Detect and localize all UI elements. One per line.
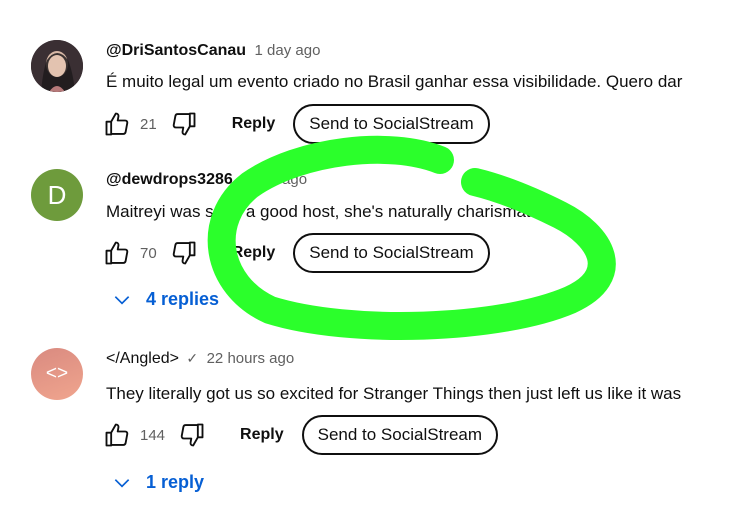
chevron-down-icon bbox=[114, 478, 130, 488]
comment-time[interactable]: 1 day ago bbox=[241, 171, 307, 188]
comment-time[interactable]: 22 hours ago bbox=[207, 350, 295, 367]
dislike-button[interactable] bbox=[178, 421, 206, 449]
profile-photo-icon bbox=[31, 40, 83, 92]
comment-author[interactable]: @dewdrops3286 bbox=[106, 171, 233, 188]
reply-button[interactable]: Reply bbox=[232, 115, 276, 133]
send-to-socialstream-button[interactable]: Send to SocialStream bbox=[293, 104, 490, 144]
comment-text: Maitreyi was such a good host, she's nat… bbox=[106, 202, 543, 221]
comment-text: É muito legal um evento criado no Brasil… bbox=[106, 72, 683, 91]
like-button[interactable] bbox=[103, 421, 131, 449]
thumbs-down-icon bbox=[180, 423, 204, 447]
comment-time[interactable]: 1 day ago bbox=[255, 42, 321, 59]
comment-meta: @DriSantosCanau 1 day ago bbox=[106, 42, 320, 60]
view-replies-button[interactable]: 1 reply bbox=[112, 472, 204, 493]
thumbs-up-icon bbox=[105, 241, 129, 265]
like-button[interactable] bbox=[103, 239, 131, 267]
previous-replies-edge bbox=[150, 0, 210, 2]
view-replies-button[interactable]: 4 replies bbox=[112, 289, 219, 310]
like-count: 144 bbox=[140, 426, 166, 444]
check-icon: ✓ bbox=[186, 350, 199, 366]
comment-text: They literally got us so excited for Str… bbox=[106, 384, 682, 403]
like-count: 21 bbox=[140, 115, 157, 133]
avatar[interactable]: <> bbox=[31, 348, 83, 400]
reply-button[interactable]: Reply bbox=[240, 426, 284, 444]
send-to-socialstream-button[interactable]: Send to SocialStream bbox=[293, 233, 490, 273]
dislike-button[interactable] bbox=[170, 110, 198, 138]
send-to-socialstream-button[interactable]: Send to SocialStream bbox=[301, 415, 499, 455]
thumbs-up-icon bbox=[105, 423, 129, 447]
replies-count-label: 1 reply bbox=[146, 472, 205, 492]
comment-meta: </Angled> ✓ 22 hours ago bbox=[106, 350, 294, 368]
comment-meta: @dewdrops3286 1 day ago bbox=[106, 171, 307, 189]
thumbs-down-icon bbox=[172, 112, 196, 136]
avatar[interactable]: D bbox=[31, 169, 83, 221]
comment-actions: 70 Reply Send to SocialStream bbox=[103, 233, 490, 273]
replies-count-label: 4 replies bbox=[146, 289, 220, 309]
chevron-down-icon bbox=[114, 295, 130, 305]
comment-author[interactable]: @DriSantosCanau bbox=[106, 42, 246, 59]
like-count: 70 bbox=[140, 244, 157, 262]
thumbs-down-icon bbox=[172, 241, 196, 265]
thumbs-up-icon bbox=[105, 112, 129, 136]
like-button[interactable] bbox=[103, 110, 131, 138]
comment-actions: 21 Reply Send to SocialStream bbox=[103, 104, 490, 144]
comment-actions: 144 Reply Send to SocialStream bbox=[103, 415, 499, 455]
dislike-button[interactable] bbox=[170, 239, 198, 267]
comment-author[interactable]: </Angled> bbox=[106, 350, 179, 367]
reply-button[interactable]: Reply bbox=[232, 244, 276, 262]
avatar[interactable] bbox=[31, 40, 83, 92]
